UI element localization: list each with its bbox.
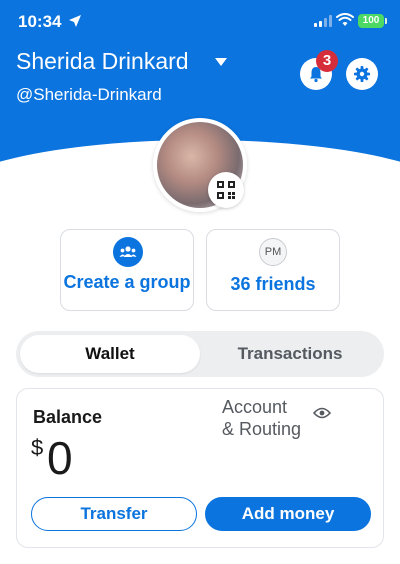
user-name[interactable]: Sherida Drinkard [16, 48, 189, 75]
user-handle: @Sherida-Drinkard [16, 85, 162, 104]
tab-transactions[interactable]: Transactions [200, 335, 380, 373]
qr-code-icon [217, 181, 235, 199]
balance-label: Balance [33, 407, 103, 427]
friend-initials-avatar: PM [259, 238, 287, 266]
add-money-button[interactable]: Add money [205, 497, 371, 531]
cellular-signal-icon [314, 15, 332, 27]
friends-button[interactable]: PM 36 friends [206, 229, 340, 311]
battery-indicator: 100 [358, 14, 387, 28]
balance-amount: 0 [47, 432, 73, 484]
account-routing-line1: Account [222, 397, 288, 417]
gear-icon [354, 66, 370, 82]
notification-badge: 3 [316, 50, 338, 72]
status-time: 10:34 [18, 12, 62, 31]
wifi-icon [336, 13, 354, 26]
location-arrow-icon [69, 15, 81, 27]
balance-currency: $ [31, 435, 44, 460]
account-routing-line2: & Routing [222, 419, 302, 439]
account-routing-link[interactable]: Account & Routing [222, 396, 301, 440]
group-icon [119, 246, 137, 257]
create-group-button[interactable]: Create a group [60, 229, 194, 311]
status-bar: 10:34 100 [0, 0, 400, 44]
chevron-down-icon[interactable] [214, 57, 228, 67]
wallet-tabs: Wallet Transactions [16, 331, 384, 377]
transfer-button[interactable]: Transfer [31, 497, 197, 531]
group-icon-badge [113, 237, 143, 267]
tab-wallet[interactable]: Wallet [20, 335, 200, 373]
friends-count-label: 36 friends [230, 274, 316, 294]
settings-button[interactable] [346, 58, 378, 90]
eye-icon[interactable] [313, 407, 331, 419]
qr-code-button[interactable] [208, 172, 244, 208]
create-group-label: Create a group [63, 272, 191, 292]
balance-card: Balance $ 0 Account & Routing Transfer A… [16, 388, 384, 548]
